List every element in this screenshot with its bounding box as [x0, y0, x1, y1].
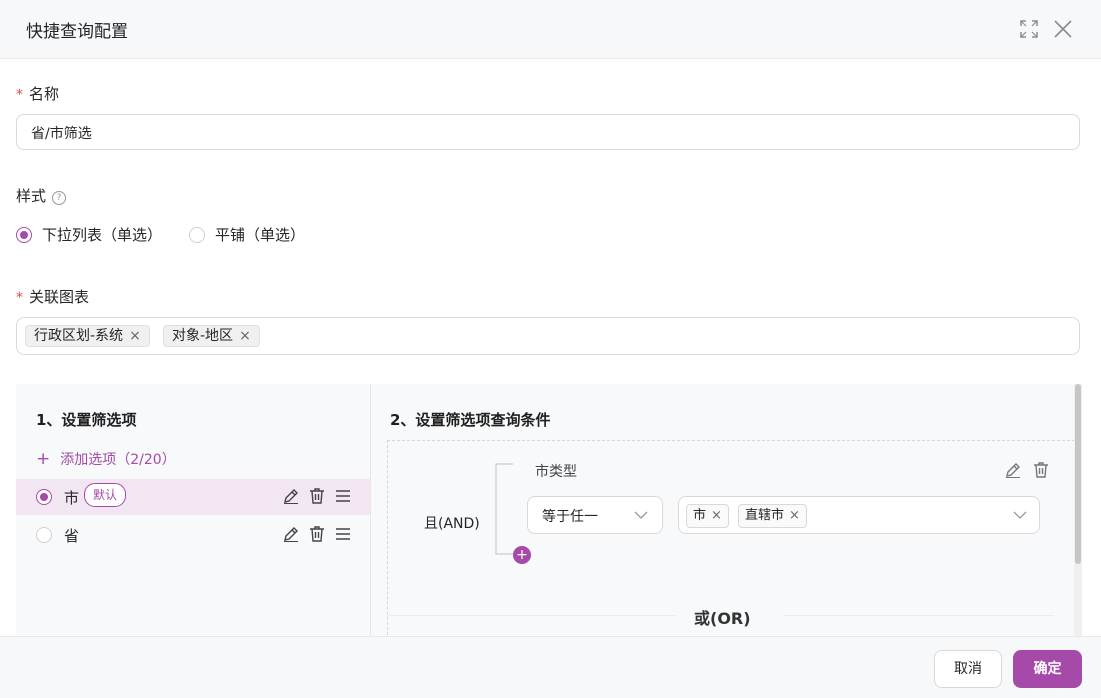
filter-config-panel: 1、设置筛选项 + 添加选项（2/20） 市 默认 省 2、设置筛选项查询条件 … — [16, 384, 1082, 650]
tag-label: 对象-地区 — [172, 328, 234, 344]
operator-select[interactable]: 等于任一 — [527, 496, 663, 534]
quick-query-config-dialog: 快捷查询配置 * 名称 省/市筛选 样式? 下拉列表（单选） 平铺（单选） * 关联… — [0, 0, 1101, 698]
tag-remove-icon[interactable]: × — [129, 326, 141, 346]
name-input[interactable]: 省/市筛选 — [16, 114, 1080, 150]
add-condition-icon[interactable]: + — [513, 546, 531, 564]
dialog-header: 快捷查询配置 — [0, 0, 1101, 59]
default-badge: 默认 — [84, 483, 127, 507]
filter-items-pane: 1、设置筛选项 + 添加选项（2/20） 市 默认 省 — [16, 384, 370, 636]
style-option-tile[interactable]: 平铺（单选） — [189, 224, 305, 245]
tag-remove-icon[interactable]: × — [789, 508, 800, 523]
required-mark: * — [16, 290, 23, 306]
value-tag: 市 × — [686, 504, 729, 528]
dialog-title: 快捷查询配置 — [26, 22, 128, 42]
edit-icon[interactable] — [282, 487, 300, 505]
linked-charts-label: * 关联图表 — [16, 286, 89, 307]
style-option-dropdown[interactable]: 下拉列表（单选） — [16, 224, 162, 245]
name-input-value: 省/市筛选 — [31, 126, 92, 142]
radio-unselected-icon[interactable] — [189, 226, 205, 243]
option-label: 市 — [64, 489, 80, 507]
add-option-label: 添加选项（2/20） — [60, 452, 176, 468]
drag-handle-icon[interactable] — [334, 487, 352, 505]
close-icon[interactable] — [1052, 18, 1074, 40]
values-multiselect[interactable]: 市 × 直辖市 × — [678, 496, 1040, 534]
question-circle-icon[interactable]: ? — [52, 191, 67, 205]
name-label: * 名称 — [16, 83, 59, 104]
logic-and-label[interactable]: 且(AND) — [424, 513, 480, 533]
tag-remove-icon[interactable]: × — [239, 326, 251, 346]
conditions-scrollbar[interactable] — [1074, 384, 1082, 636]
drag-handle-icon[interactable] — [334, 525, 352, 543]
conditions-pane: 2、设置筛选项查询条件 且(AND) + 市类型 等于任一 市 × 直辖市 × … — [371, 384, 1082, 650]
value-tag: 直辖市 × — [738, 504, 807, 528]
radio-unselected-icon[interactable] — [36, 527, 52, 543]
tag-label: 行政区划-系统 — [34, 328, 124, 344]
confirm-button[interactable]: 确定 — [1013, 650, 1082, 688]
fullscreen-icon[interactable] — [1018, 18, 1040, 40]
cancel-button[interactable]: 取消 — [934, 650, 1002, 688]
add-option-button[interactable]: + 添加选项（2/20） — [36, 449, 176, 469]
condition-group: 且(AND) + 市类型 等于任一 市 × 直辖市 × 或(OR) — [387, 440, 1075, 650]
value-tag-label: 市 — [693, 508, 707, 523]
or-divider-right — [784, 615, 1054, 616]
style-option-tile-label: 平铺（单选） — [215, 226, 306, 244]
filter-option-row[interactable]: 省 — [16, 517, 370, 553]
delete-icon[interactable] — [1032, 461, 1050, 479]
linked-chart-tag: 行政区划-系统 × — [25, 325, 150, 347]
required-mark: * — [16, 87, 23, 103]
tag-remove-icon[interactable]: × — [711, 508, 722, 523]
radio-selected-icon[interactable] — [16, 226, 32, 243]
linked-charts-label-text: 关联图表 — [29, 288, 90, 306]
logic-bracket — [495, 463, 513, 555]
linked-chart-tag: 对象-地区 × — [163, 325, 260, 347]
edit-icon[interactable] — [1004, 461, 1022, 479]
delete-icon[interactable] — [308, 487, 326, 505]
style-label-text: 样式 — [16, 187, 47, 205]
conditions-title: 2、设置筛选项查询条件 — [390, 411, 551, 429]
filter-items-title: 1、设置筛选项 — [36, 411, 137, 429]
linked-charts-select[interactable]: 行政区划-系统 × 对象-地区 × — [16, 317, 1080, 355]
logic-or-label: 或(OR) — [694, 609, 751, 628]
scrollbar-thumb[interactable] — [1075, 384, 1081, 564]
filter-option-row[interactable]: 市 默认 — [16, 479, 370, 515]
chevron-down-icon — [634, 511, 648, 519]
style-label: 样式? — [16, 185, 67, 206]
dialog-footer: 取消 确定 — [0, 636, 1101, 698]
or-divider-left — [388, 615, 676, 616]
delete-icon[interactable] — [308, 525, 326, 543]
plus-icon: + — [36, 449, 51, 469]
operator-value: 等于任一 — [542, 509, 598, 525]
style-option-dropdown-label: 下拉列表（单选） — [42, 226, 163, 244]
condition-field-label: 市类型 — [535, 464, 577, 480]
edit-icon[interactable] — [282, 525, 300, 543]
value-tag-label: 直辖市 — [745, 508, 785, 523]
name-label-text: 名称 — [29, 85, 60, 103]
option-label: 省 — [64, 527, 80, 545]
radio-selected-icon[interactable] — [36, 489, 52, 505]
chevron-down-icon — [1013, 511, 1027, 519]
